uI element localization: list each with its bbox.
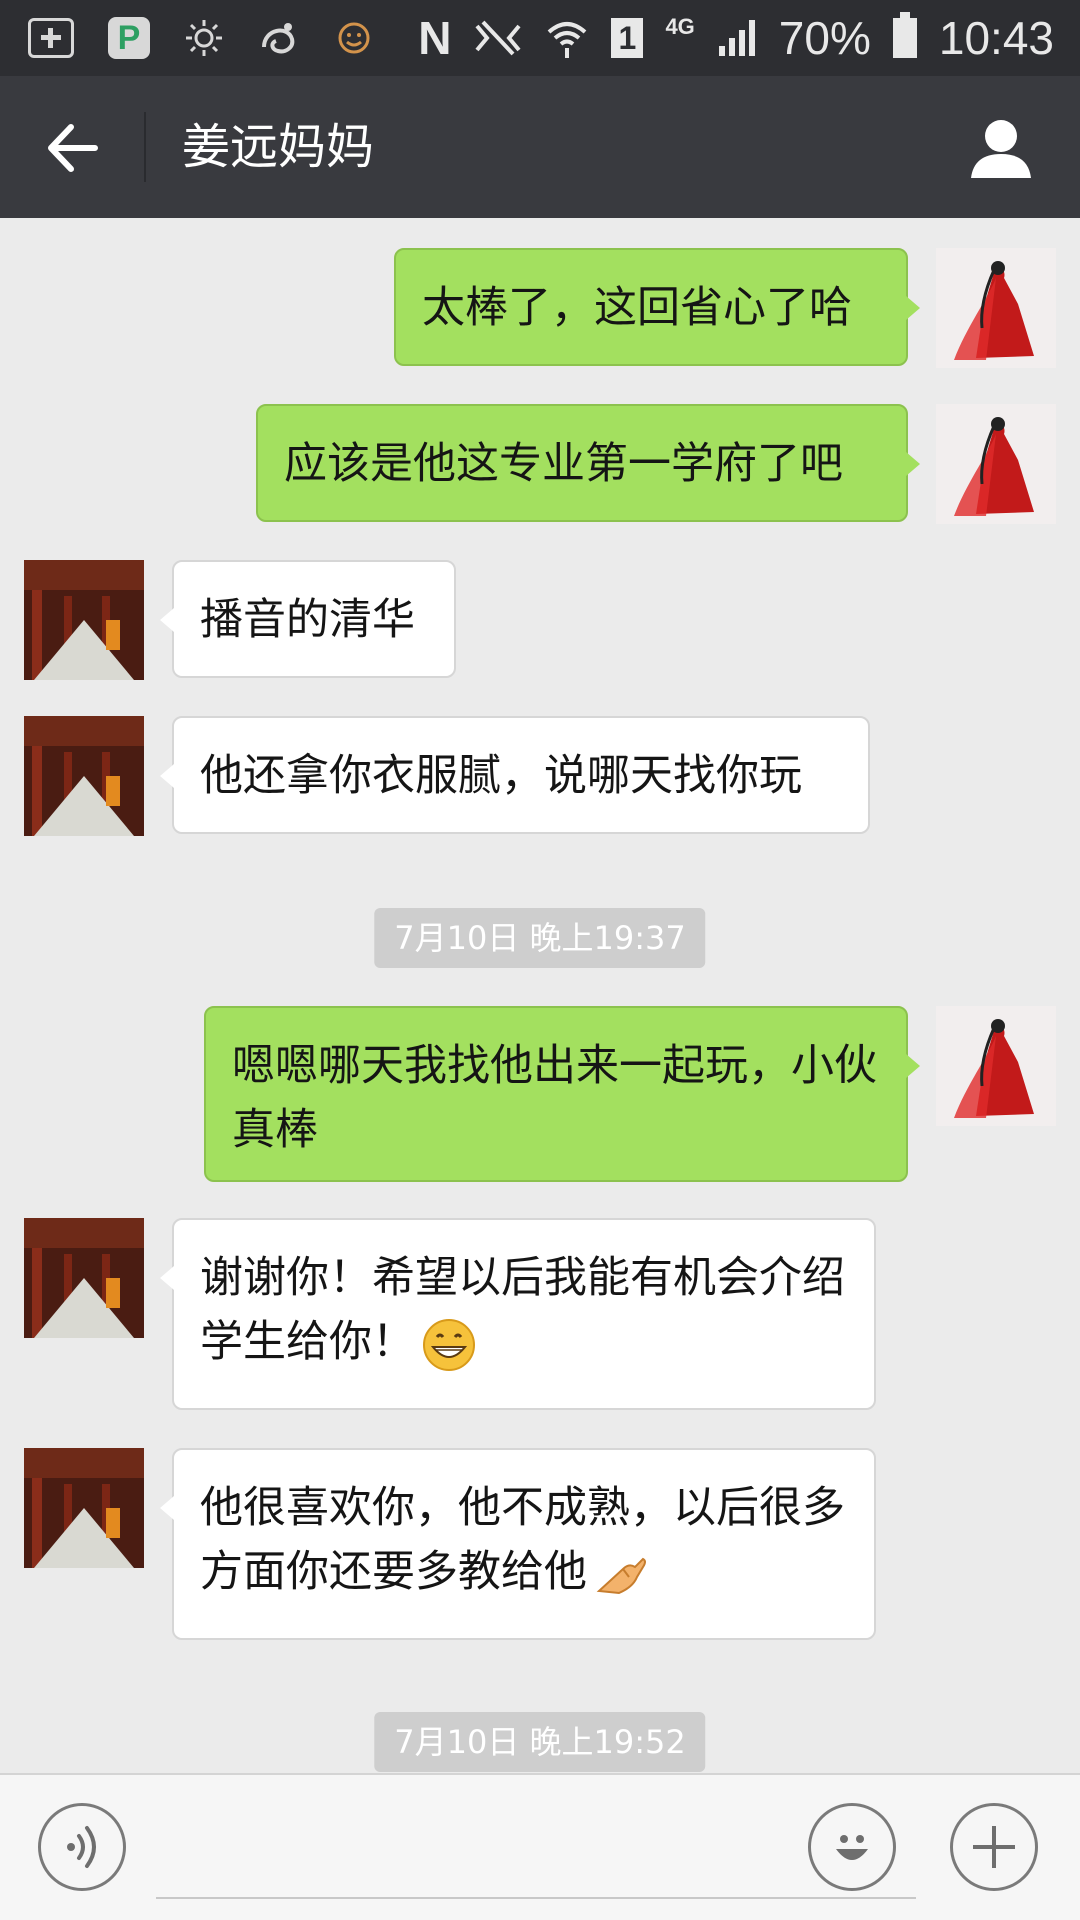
arrow-left-icon <box>48 124 98 172</box>
add-box-icon <box>28 18 74 58</box>
message-bubble-sent[interactable]: 嗯嗯哪天我找他出来一起玩，小伙真棒 <box>204 1006 920 1182</box>
message-text: 他还拿你衣服腻，说哪天找你玩 <box>200 751 802 801</box>
notification-icons: P <box>28 14 374 62</box>
message-text: 播音的清华 <box>200 595 415 645</box>
emoji-icon <box>836 1835 868 1860</box>
message-text: 应该是他这专业第一学府了吧 <box>284 439 843 489</box>
person-icon <box>971 120 1031 178</box>
avatar-contact[interactable] <box>24 716 144 836</box>
message-bubble-sent[interactable]: 太棒了，这回省心了哈 <box>394 248 920 366</box>
message-input[interactable] <box>156 1815 916 1899</box>
message-text: 嗯嗯哪天我找他出来一起玩，小伙真棒 <box>232 1041 877 1155</box>
message-text: 太棒了，这回省心了哈 <box>422 283 852 333</box>
signal-icon <box>718 20 755 56</box>
brightness-icon <box>186 20 222 56</box>
avatar-self[interactable] <box>936 404 1056 524</box>
message-bubble-received[interactable]: 他很喜欢你，他不成熟，以后很多方面你还要多教给他 <box>160 1448 876 1640</box>
avatar-library-photo-image <box>24 1218 144 1338</box>
clock: 10:43 <box>938 12 1054 64</box>
smiley-notification-icon <box>338 22 370 54</box>
plus-icon <box>973 1826 1015 1868</box>
avatar-library-photo-image <box>24 1448 144 1568</box>
header-divider <box>144 112 146 182</box>
avatar-contact[interactable] <box>24 1218 144 1338</box>
avatar-self[interactable] <box>936 1006 1056 1126</box>
input-bar <box>0 1773 1080 1920</box>
avatar-red-robed-figure-image <box>936 1006 1056 1126</box>
avatar-red-robed-figure-image <box>936 248 1056 368</box>
avatar-red-robed-figure-image <box>936 404 1056 524</box>
timestamp-divider: 7月10日 晚上19:52 <box>374 1712 706 1772</box>
avatar-library-photo-image <box>24 560 144 680</box>
mute-icon <box>475 20 521 56</box>
sim-icon: 1 <box>611 18 644 58</box>
message-list[interactable]: 太棒了，这回省心了哈 应该是他这专业第一学府了吧 播音的清华 他还拿你衣服腻，说… <box>0 218 1080 1773</box>
pinching-hand-icon <box>596 1557 646 1594</box>
voice-icon <box>67 1826 96 1868</box>
battery-icon <box>892 12 917 58</box>
chat-header: 姜远妈妈 <box>0 76 1080 218</box>
avatar-self[interactable] <box>936 248 1056 368</box>
network-type: 4G <box>665 14 695 39</box>
message-bubble-received[interactable]: 谢谢你！希望以后我能有机会介绍学生给你！ <box>160 1218 876 1410</box>
status-bar: P N 1 4G 70% 10:43 <box>0 0 1080 76</box>
wifi-icon <box>548 22 587 58</box>
voice-input-button[interactable] <box>38 1803 126 1891</box>
battery-percent: 70% <box>778 12 871 64</box>
avatar-contact[interactable] <box>24 560 144 680</box>
nfc-icon: N <box>418 12 452 64</box>
message-bubble-sent[interactable]: 应该是他这专业第一学府了吧 <box>256 404 920 522</box>
more-actions-button[interactable] <box>950 1803 1038 1891</box>
message-bubble-received[interactable]: 播音的清华 <box>160 560 456 678</box>
message-bubble-received[interactable]: 他还拿你衣服腻，说哪天找你玩 <box>160 716 870 834</box>
chat-info-button[interactable] <box>966 112 1036 182</box>
back-button[interactable] <box>30 106 114 190</box>
uc-browser-icon <box>262 23 295 54</box>
system-icons: N 1 4G 70% 10:43 <box>418 8 1054 68</box>
page-title: 姜远妈妈 <box>182 119 375 175</box>
emoji-button[interactable] <box>808 1803 896 1891</box>
message-text: 谢谢你！希望以后我能有机会介绍学生给你！ <box>200 1253 845 1367</box>
timestamp-divider: 7月10日 晚上19:37 <box>374 908 706 968</box>
grinning-face-icon <box>423 1318 475 1371</box>
message-text: 他很喜欢你，他不成熟，以后很多方面你还要多教给他 <box>200 1483 845 1597</box>
p-app-icon: P <box>108 17 150 59</box>
avatar-library-photo-image <box>24 716 144 836</box>
avatar-contact[interactable] <box>24 1448 144 1568</box>
